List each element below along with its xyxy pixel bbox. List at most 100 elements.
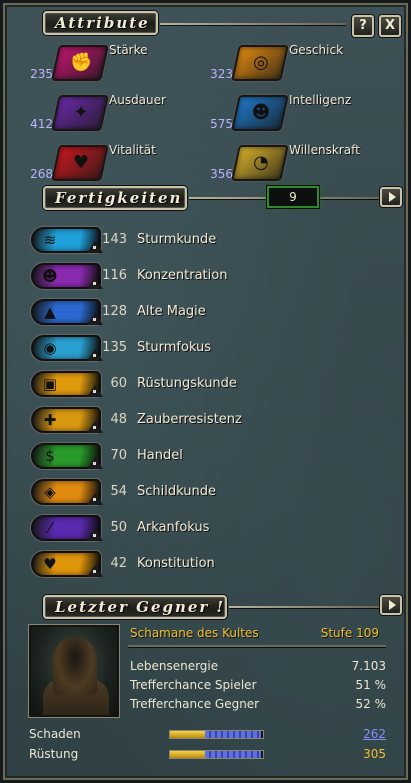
help-button-label: ? (359, 18, 367, 33)
enemy-stat-label: Lebensenergie (130, 659, 219, 673)
skill-row[interactable]: ⁄ 50 Arkanfokus (31, 515, 371, 549)
help-button[interactable]: ? (352, 15, 374, 37)
skill-row[interactable]: ✚ 48 Zauberresistenz (31, 407, 371, 441)
skill-value: 50 (110, 520, 127, 535)
attribute-name: Ausdauer (109, 93, 166, 107)
enemy-bar-fill-blue (205, 731, 262, 738)
attribute-glyph: ◔ (253, 152, 269, 173)
skill-value: 60 (110, 376, 127, 391)
attribute-glyph: ♥ (72, 152, 90, 173)
skill-row[interactable]: $70 Handel (31, 443, 371, 477)
skill-name: Rüstungskunde (137, 376, 237, 391)
skill-name: Schildkunde (137, 484, 216, 499)
enemy-bar-fill-gold (170, 731, 206, 738)
skills-title-text: Fertigkeiten (55, 189, 183, 207)
skill-row[interactable]: ◈ 54 Schildkunde (31, 479, 371, 513)
attribute-name: Intelligenz (289, 93, 352, 107)
skill-glyph: ☻ (42, 267, 58, 285)
runner-icon: ✦ (51, 95, 109, 131)
skill-name: Alte Magie (137, 304, 206, 319)
enemy-name: Schamane des Kultes (130, 626, 259, 640)
skill-points-value: 9 (289, 190, 297, 204)
skill-glyph: ◉ (43, 339, 57, 357)
skill-glyph: ⁄ (48, 519, 52, 537)
skill-glyph: ▲ (44, 303, 56, 321)
heart-icon: ♥ (51, 145, 109, 181)
attribute-3[interactable]: ☻ Intelligenz 575 (203, 93, 378, 133)
enemy-bar (169, 730, 264, 739)
enemy-stat-row: Trefferchance Spieler 51 % (130, 678, 386, 696)
head-icon: ☻ (231, 95, 289, 131)
close-button[interactable]: X (379, 15, 401, 37)
enemy-portrait (29, 625, 119, 717)
skill-name: Zauberresistenz (137, 412, 242, 427)
skill-glyph: ≋ (43, 231, 57, 249)
attribute-4[interactable]: ♥ Vitalität 268 (23, 143, 198, 183)
enemy-stat-label: Trefferchance Gegner (130, 697, 260, 711)
skill-row[interactable]: ≋ 143 Sturmkunde (31, 227, 371, 261)
fist-icon: ✊ (51, 45, 109, 81)
enemy-bar-value: 262 (363, 727, 386, 741)
attribute-value: 356 (210, 167, 233, 181)
attribute-glyph: ☻ (251, 102, 271, 123)
enemy-title: Letzter Gegner ! (43, 595, 227, 619)
character-attributes-window: Attribute ? X ✊ Stärke 235 ◎ Geschick 323 ✦ Aus… (0, 0, 411, 783)
attribute-name: Stärke (109, 43, 148, 57)
skill-row[interactable]: ▣ 60 Rüstungskunde (31, 371, 371, 405)
skill-row[interactable]: ◉ 135 Sturmfokus (31, 335, 371, 369)
enemy-divider (229, 606, 379, 608)
skill-name: Arkanfokus (137, 520, 210, 535)
skill-points-counter: 9 (267, 186, 319, 208)
skills-title: Fertigkeiten (43, 186, 187, 210)
skill-value: 54 (110, 484, 127, 499)
window-title-text: Attribute (55, 14, 150, 32)
skill-value: 42 (110, 556, 127, 571)
attribute-1[interactable]: ◎ Geschick 323 (203, 43, 378, 83)
skill-row[interactable]: ☻ 116 Konzentration (31, 263, 371, 297)
skill-glyph: ▣ (42, 375, 58, 393)
attribute-value: 268 (30, 167, 53, 181)
skill-row[interactable]: ▲ 128 Alte Magie (31, 299, 371, 333)
enemy-stat-value: 52 % (355, 697, 387, 711)
skills-expand-button[interactable] (380, 187, 402, 207)
enemy-bar-fill-blue (205, 751, 262, 758)
skill-row[interactable]: ♥ 42 Konstitution (31, 551, 371, 585)
enemy-title-text: Letzter Gegner ! (55, 598, 226, 616)
skill-name: Konstitution (137, 556, 215, 571)
skill-value: 128 (102, 304, 127, 319)
attribute-glyph: ◎ (253, 52, 269, 73)
enemy-stat-label: Trefferchance Spieler (130, 678, 257, 692)
attribute-2[interactable]: ✦ Ausdauer 412 (23, 93, 198, 133)
skill-glyph: ♥ (43, 555, 57, 573)
attribute-glyph: ✦ (73, 102, 89, 123)
skill-value: 48 (110, 412, 127, 427)
enemy-bar-label: Schaden (29, 727, 81, 741)
enemy-stat-row: Trefferchance Gegner 52 % (130, 697, 386, 715)
enemy-separator (128, 645, 386, 647)
attribute-value: 412 (30, 117, 53, 131)
skill-value: 143 (102, 232, 127, 247)
skill-name: Sturmfokus (137, 340, 212, 355)
enemy-bar-row: Schaden 262 (29, 725, 386, 745)
target-icon: ◎ (231, 45, 289, 81)
attribute-5[interactable]: ◔ Willenskraft 356 (203, 143, 378, 183)
portrait-hood (53, 637, 97, 695)
attribute-name: Vitalität (109, 143, 156, 157)
enemy-stat-row: Lebensenergie 7.103 (130, 659, 386, 677)
attribute-name: Willenskraft (289, 143, 360, 157)
enemy-bar-label: Rüstung (29, 747, 79, 761)
skill-glyph: ✚ (43, 411, 57, 429)
enemy-bar-row: Rüstung 305 (29, 745, 386, 765)
attribute-0[interactable]: ✊ Stärke 235 (23, 43, 198, 83)
skill-value: 116 (102, 268, 127, 283)
attribute-name: Geschick (289, 43, 344, 57)
skill-value: 70 (110, 448, 127, 463)
enemy-bar (169, 750, 264, 759)
attribute-value: 323 (210, 67, 233, 81)
title-divider (160, 23, 346, 25)
skill-value: 135 (102, 340, 127, 355)
skill-name: Handel (137, 448, 183, 463)
attribute-value: 235 (30, 67, 53, 81)
attribute-value: 575 (210, 117, 233, 131)
enemy-expand-button[interactable] (380, 595, 402, 615)
